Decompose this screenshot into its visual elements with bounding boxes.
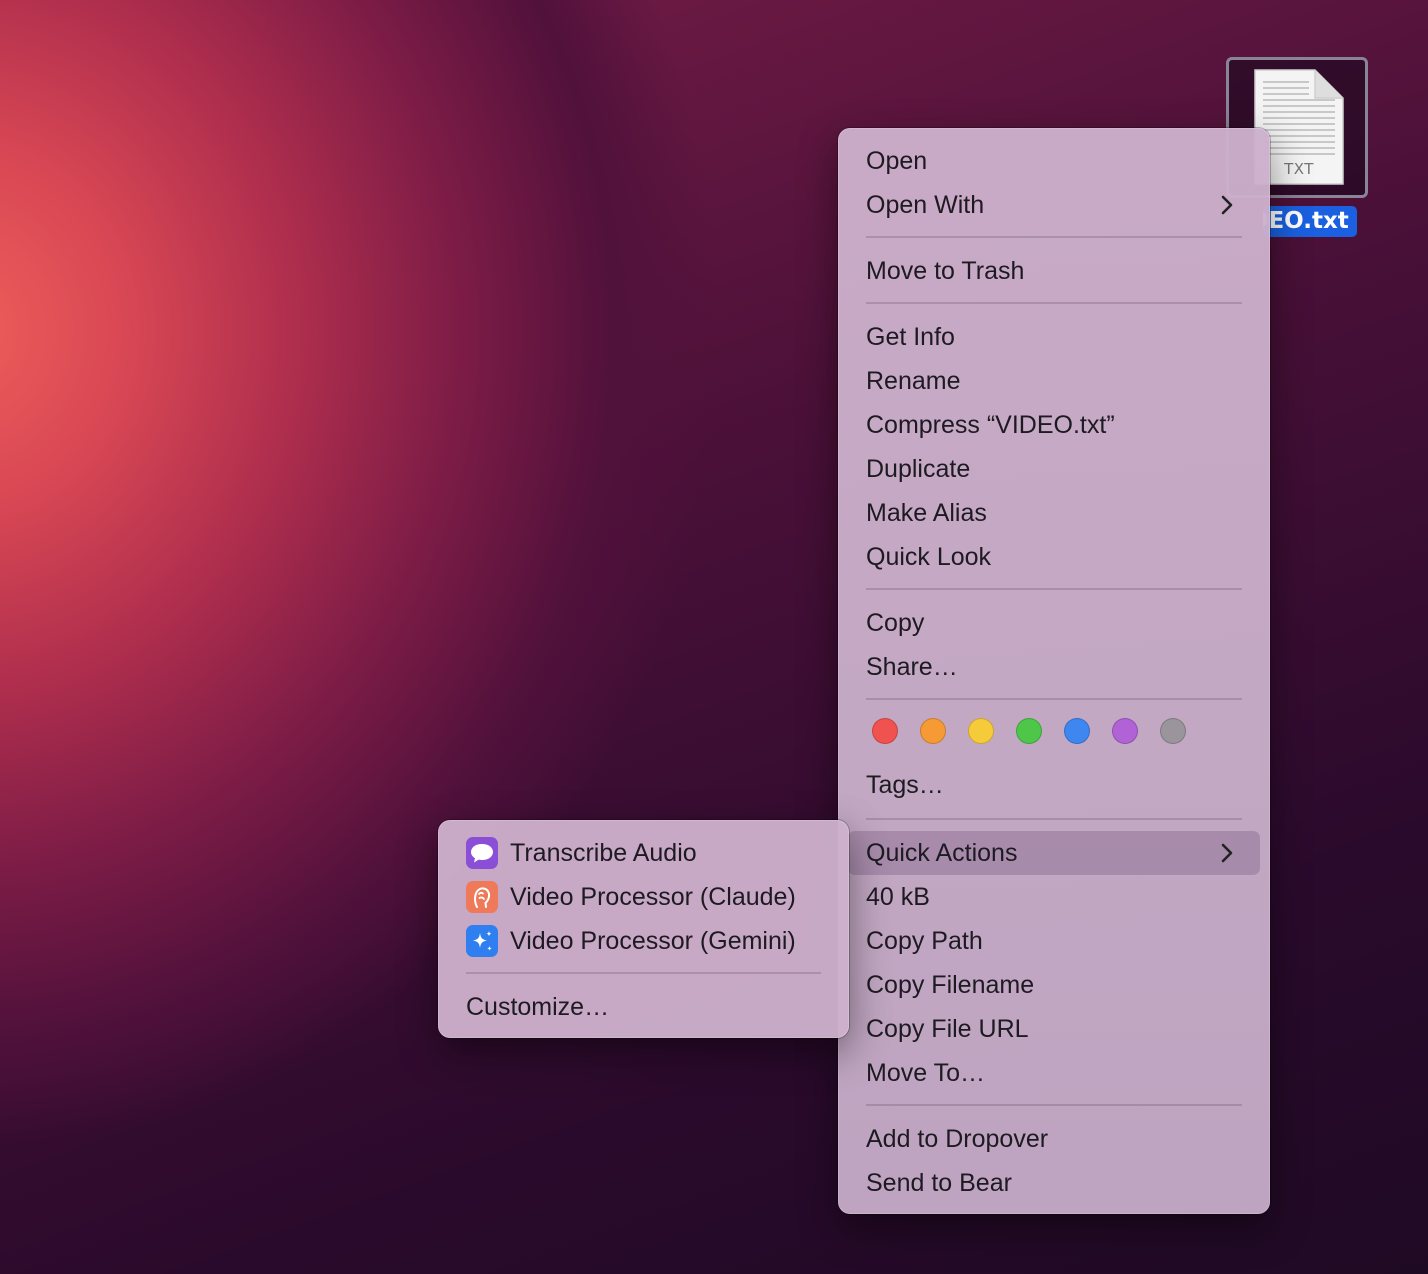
menu-separator (466, 972, 821, 974)
menu-item-tags[interactable]: Tags… (866, 763, 944, 807)
submenu-item-customize[interactable]: Customize… (466, 985, 609, 1029)
menu-item-copy-filename[interactable]: Copy Filename (866, 963, 1034, 1007)
file-name-label[interactable]: VIDEO.txt (1263, 206, 1357, 237)
tag-gray-dot[interactable] (1160, 718, 1186, 744)
menu-separator (866, 588, 1242, 590)
menu-item-rename[interactable]: Rename (866, 359, 961, 403)
menu-item-quick-look[interactable]: Quick Look (866, 535, 991, 579)
tag-purple-dot[interactable] (1112, 718, 1138, 744)
menu-item-move-to[interactable]: Move To… (866, 1051, 985, 1095)
tag-green-dot[interactable] (1016, 718, 1042, 744)
menu-item-copy[interactable]: Copy (866, 601, 924, 645)
claude-icon (466, 881, 498, 913)
tag-blue-dot[interactable] (1064, 718, 1090, 744)
menu-item-open[interactable]: Open (866, 139, 927, 183)
tag-yellow-dot[interactable] (968, 718, 994, 744)
menu-item-copy-path[interactable]: Copy Path (866, 919, 983, 963)
menu-item-copy-file-url[interactable]: Copy File URL (866, 1007, 1029, 1051)
menu-separator (866, 1104, 1242, 1106)
menu-item-duplicate[interactable]: Duplicate (866, 447, 970, 491)
menu-item-add-to-dropover[interactable]: Add to Dropover (866, 1117, 1048, 1161)
menu-item-get-info[interactable]: Get Info (866, 315, 955, 359)
menu-item-open-with[interactable]: Open With (866, 183, 984, 227)
submenu-item-label: Video Processor (Claude) (510, 883, 796, 911)
quick-actions-submenu: Transcribe Audio Video Processor (Claude… (438, 820, 849, 1038)
menu-item-share[interactable]: Share… (866, 645, 958, 689)
menu-separator (866, 302, 1242, 304)
chevron-right-icon (1220, 183, 1240, 227)
menu-item-make-alias[interactable]: Make Alias (866, 491, 987, 535)
menu-item-send-to-bear[interactable]: Send to Bear (866, 1161, 1012, 1205)
menu-item-move-to-trash[interactable]: Move to Trash (866, 249, 1024, 293)
menu-item-compress[interactable]: Compress “VIDEO.txt” (866, 403, 1115, 447)
menu-item-file-size: 40 kB (866, 883, 930, 911)
submenu-item-label: Transcribe Audio (510, 839, 697, 867)
sparkle-icon (466, 925, 498, 957)
file-name-clip: VIDEO.txt (1263, 200, 1373, 244)
speech-bubble-icon (466, 837, 498, 869)
menu-separator (866, 818, 1242, 820)
tag-red-dot[interactable] (872, 718, 898, 744)
chevron-right-icon (1220, 831, 1240, 875)
tag-orange-dot[interactable] (920, 718, 946, 744)
menu-separator (866, 698, 1242, 700)
menu-separator (866, 236, 1242, 238)
submenu-item-label: Video Processor (Gemini) (510, 927, 796, 955)
context-menu: Open Open With Move to Trash Get Info Re… (838, 128, 1270, 1214)
menu-item-quick-actions[interactable]: Quick Actions (866, 831, 1017, 875)
